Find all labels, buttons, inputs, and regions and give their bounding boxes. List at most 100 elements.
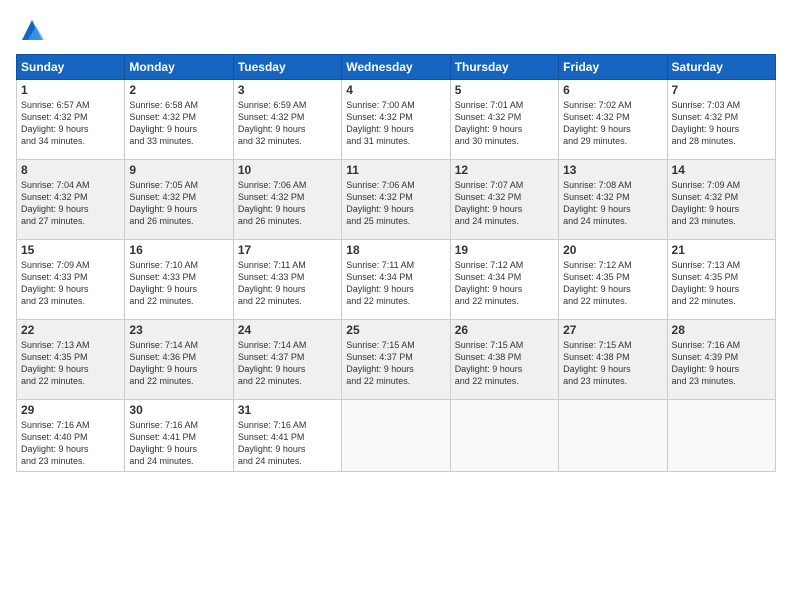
calendar-cell: 31 Sunrise: 7:16 AM Sunset: 4:41 PM Dayli… <box>233 400 341 472</box>
calendar-table: SundayMondayTuesdayWednesdayThursdayFrid… <box>16 54 776 472</box>
day-number: 10 <box>238 163 337 177</box>
day-info: Sunrise: 7:02 AM Sunset: 4:32 PM Dayligh… <box>563 99 662 148</box>
day-number: 29 <box>21 403 120 417</box>
calendar-cell: 23Sunrise: 7:14 AM Sunset: 4:36 PM Dayli… <box>125 320 233 400</box>
calendar-cell: 29Sunrise: 7:16 AM Sunset: 4:40 PM Dayli… <box>17 400 125 472</box>
day-info: Sunrise: 7:14 AM Sunset: 4:37 PM Dayligh… <box>238 339 337 388</box>
logo-icon <box>18 16 46 44</box>
calendar-week-row: 15 Sunrise: 7:09 AM Sunset: 4:33 PM Dayli… <box>17 240 776 320</box>
day-number: 17 <box>238 243 337 257</box>
day-number: 18 <box>346 243 445 257</box>
calendar-cell: 17 Sunrise: 7:11 AM Sunset: 4:33 PM Dayli… <box>233 240 341 320</box>
day-number: 25 <box>346 323 445 337</box>
day-number: 9 <box>129 163 228 177</box>
calendar-cell: 3 Sunrise: 6:59 AM Sunset: 4:32 PM Daylig… <box>233 80 341 160</box>
header <box>16 16 776 44</box>
day-info: Sunrise: 7:06 AM Sunset: 4:32 PM Dayligh… <box>238 179 337 228</box>
day-info: Sunrise: 7:10 AM Sunset: 4:33 PM Dayligh… <box>129 259 228 308</box>
calendar-cell: 20Sunrise: 7:12 AM Sunset: 4:35 PM Dayli… <box>559 240 667 320</box>
calendar-cell: 7 Sunrise: 7:03 AM Sunset: 4:32 PM Daylig… <box>667 80 775 160</box>
day-info: Sunrise: 7:01 AM Sunset: 4:32 PM Dayligh… <box>455 99 554 148</box>
day-number: 21 <box>672 243 771 257</box>
calendar-cell <box>559 400 667 472</box>
calendar-cell: 9 Sunrise: 7:05 AM Sunset: 4:32 PM Daylig… <box>125 160 233 240</box>
day-number: 7 <box>672 83 771 97</box>
day-info: Sunrise: 7:03 AM Sunset: 4:32 PM Dayligh… <box>672 99 771 148</box>
calendar-cell: 28 Sunrise: 7:16 AM Sunset: 4:39 PM Dayli… <box>667 320 775 400</box>
day-number: 3 <box>238 83 337 97</box>
calendar-week-row: 1 Sunrise: 6:57 AM Sunset: 4:32 PM Daylig… <box>17 80 776 160</box>
day-number: 12 <box>455 163 554 177</box>
calendar-cell: 18 Sunrise: 7:11 AM Sunset: 4:34 PM Dayli… <box>342 240 450 320</box>
calendar-cell: 1 Sunrise: 6:57 AM Sunset: 4:32 PM Daylig… <box>17 80 125 160</box>
day-number: 8 <box>21 163 120 177</box>
day-number: 5 <box>455 83 554 97</box>
day-info: Sunrise: 7:15 AM Sunset: 4:38 PM Dayligh… <box>455 339 554 388</box>
day-info: Sunrise: 7:08 AM Sunset: 4:32 PM Dayligh… <box>563 179 662 228</box>
calendar-cell: 14 Sunrise: 7:09 AM Sunset: 4:32 PM Dayli… <box>667 160 775 240</box>
day-info: Sunrise: 7:07 AM Sunset: 4:32 PM Dayligh… <box>455 179 554 228</box>
day-info: Sunrise: 7:13 AM Sunset: 4:35 PM Dayligh… <box>21 339 120 388</box>
calendar-cell: 15 Sunrise: 7:09 AM Sunset: 4:33 PM Dayli… <box>17 240 125 320</box>
calendar-cell: 21Sunrise: 7:13 AM Sunset: 4:35 PM Dayli… <box>667 240 775 320</box>
day-number: 27 <box>563 323 662 337</box>
day-info: Sunrise: 7:04 AM Sunset: 4:32 PM Dayligh… <box>21 179 120 228</box>
weekday-header-friday: Friday <box>559 55 667 80</box>
calendar-header-row: SundayMondayTuesdayWednesdayThursdayFrid… <box>17 55 776 80</box>
day-info: Sunrise: 6:57 AM Sunset: 4:32 PM Dayligh… <box>21 99 120 148</box>
day-info: Sunrise: 6:59 AM Sunset: 4:32 PM Dayligh… <box>238 99 337 148</box>
weekday-header-thursday: Thursday <box>450 55 558 80</box>
day-number: 31 <box>238 403 337 417</box>
day-number: 15 <box>21 243 120 257</box>
day-info: Sunrise: 7:00 AM Sunset: 4:32 PM Dayligh… <box>346 99 445 148</box>
day-number: 24 <box>238 323 337 337</box>
weekday-header-sunday: Sunday <box>17 55 125 80</box>
weekday-header-wednesday: Wednesday <box>342 55 450 80</box>
day-number: 16 <box>129 243 228 257</box>
day-number: 11 <box>346 163 445 177</box>
calendar-week-row: 22 Sunrise: 7:13 AM Sunset: 4:35 PM Dayli… <box>17 320 776 400</box>
calendar-cell: 16 Sunrise: 7:10 AM Sunset: 4:33 PM Dayli… <box>125 240 233 320</box>
day-info: Sunrise: 7:09 AM Sunset: 4:33 PM Dayligh… <box>21 259 120 308</box>
day-info: Sunrise: 7:06 AM Sunset: 4:32 PM Dayligh… <box>346 179 445 228</box>
calendar-cell: 25 Sunrise: 7:15 AM Sunset: 4:37 PM Dayli… <box>342 320 450 400</box>
day-number: 14 <box>672 163 771 177</box>
day-info: Sunrise: 7:16 AM Sunset: 4:41 PM Dayligh… <box>238 419 337 468</box>
day-info: Sunrise: 6:58 AM Sunset: 4:32 PM Dayligh… <box>129 99 228 148</box>
day-number: 23 <box>129 323 228 337</box>
calendar-week-row: 29Sunrise: 7:16 AM Sunset: 4:40 PM Dayli… <box>17 400 776 472</box>
calendar-cell: 6Sunrise: 7:02 AM Sunset: 4:32 PM Daylig… <box>559 80 667 160</box>
day-number: 20 <box>563 243 662 257</box>
calendar-cell: 30Sunrise: 7:16 AM Sunset: 4:41 PM Dayli… <box>125 400 233 472</box>
weekday-header-saturday: Saturday <box>667 55 775 80</box>
day-info: Sunrise: 7:16 AM Sunset: 4:39 PM Dayligh… <box>672 339 771 388</box>
day-info: Sunrise: 7:11 AM Sunset: 4:33 PM Dayligh… <box>238 259 337 308</box>
day-number: 19 <box>455 243 554 257</box>
day-number: 1 <box>21 83 120 97</box>
calendar-cell: 26Sunrise: 7:15 AM Sunset: 4:38 PM Dayli… <box>450 320 558 400</box>
calendar-cell: 12 Sunrise: 7:07 AM Sunset: 4:32 PM Dayli… <box>450 160 558 240</box>
calendar-cell: 10 Sunrise: 7:06 AM Sunset: 4:32 PM Dayli… <box>233 160 341 240</box>
day-number: 2 <box>129 83 228 97</box>
day-info: Sunrise: 7:05 AM Sunset: 4:32 PM Dayligh… <box>129 179 228 228</box>
logo <box>16 16 46 44</box>
calendar-cell: 11 Sunrise: 7:06 AM Sunset: 4:32 PM Dayli… <box>342 160 450 240</box>
day-number: 4 <box>346 83 445 97</box>
calendar-cell: 8 Sunrise: 7:04 AM Sunset: 4:32 PM Daylig… <box>17 160 125 240</box>
day-number: 22 <box>21 323 120 337</box>
calendar-cell <box>342 400 450 472</box>
day-info: Sunrise: 7:11 AM Sunset: 4:34 PM Dayligh… <box>346 259 445 308</box>
calendar-cell <box>667 400 775 472</box>
day-info: Sunrise: 7:12 AM Sunset: 4:34 PM Dayligh… <box>455 259 554 308</box>
calendar-cell: 27 Sunrise: 7:15 AM Sunset: 4:38 PM Dayli… <box>559 320 667 400</box>
day-info: Sunrise: 7:09 AM Sunset: 4:32 PM Dayligh… <box>672 179 771 228</box>
day-number: 13 <box>563 163 662 177</box>
calendar-cell: 13 Sunrise: 7:08 AM Sunset: 4:32 PM Dayli… <box>559 160 667 240</box>
calendar-cell: 5 Sunrise: 7:01 AM Sunset: 4:32 PM Daylig… <box>450 80 558 160</box>
weekday-header-tuesday: Tuesday <box>233 55 341 80</box>
day-info: Sunrise: 7:15 AM Sunset: 4:37 PM Dayligh… <box>346 339 445 388</box>
day-number: 28 <box>672 323 771 337</box>
day-info: Sunrise: 7:15 AM Sunset: 4:38 PM Dayligh… <box>563 339 662 388</box>
calendar-week-row: 8 Sunrise: 7:04 AM Sunset: 4:32 PM Daylig… <box>17 160 776 240</box>
day-number: 30 <box>129 403 228 417</box>
